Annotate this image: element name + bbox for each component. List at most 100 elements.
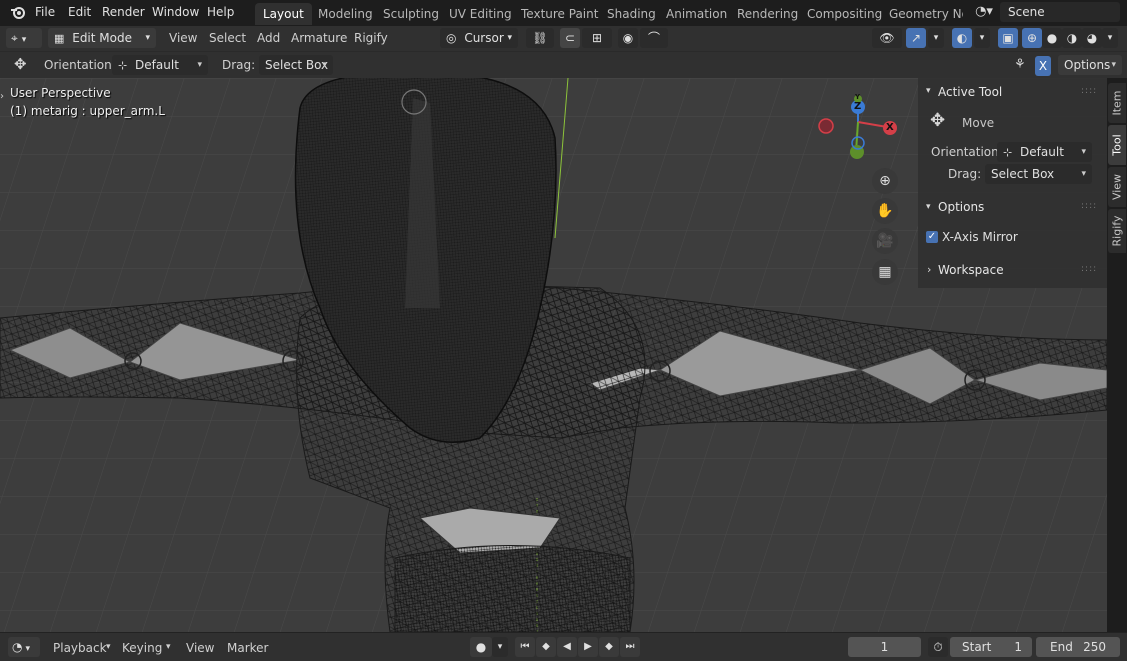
drag-handle-icon[interactable]: :::: [1081, 201, 1097, 211]
proportional-edit-toggle[interactable]: ◉ [618, 28, 638, 48]
drag-value: Select Box [265, 58, 329, 72]
menu-keying[interactable]: Keying [122, 641, 162, 655]
panel-drag-dropdown[interactable]: Select Box ▾ [985, 164, 1092, 184]
frame-end-field[interactable]: End 250 [1036, 637, 1120, 657]
drag-handle-icon[interactable]: :::: [1081, 86, 1097, 96]
menu-add[interactable]: Add [257, 31, 280, 45]
chevron-down-icon[interactable]: ▾ [926, 203, 931, 212]
shading-solid[interactable]: ● [1042, 28, 1062, 48]
current-frame-value: 1 [880, 640, 889, 654]
menu-view[interactable]: View [186, 641, 214, 655]
pan-button[interactable]: ✋ [872, 198, 898, 224]
jump-end-button[interactable]: ⏭ [620, 637, 640, 657]
gizmo-z-label: Z [854, 101, 862, 112]
tab-rigify[interactable]: Rigify [1108, 209, 1126, 253]
play-reverse-button[interactable]: ◀ [557, 637, 577, 657]
options-dropdown[interactable]: Options ▾ [1058, 55, 1122, 75]
gizmo-toggle[interactable]: ↗ [906, 28, 926, 48]
tab-texture-paint[interactable]: Texture Paint [513, 3, 606, 25]
current-frame-field[interactable]: 1 [848, 637, 921, 657]
pivot-dropdown[interactable]: ◎ Cursor ▾ [440, 28, 518, 48]
menu-window[interactable]: Window [152, 5, 199, 19]
zoom-button[interactable]: ⊕ [872, 168, 898, 194]
overlay-toggle[interactable]: ◐ [952, 28, 972, 48]
scene-icon[interactable]: ◔▾ [972, 5, 996, 18]
tab-layout[interactable]: Layout [255, 3, 312, 25]
tab-geometry-nodes[interactable]: Geometry Noc [881, 3, 963, 25]
drag-handle-icon[interactable]: :::: [1081, 264, 1097, 274]
tab-view[interactable]: View [1108, 167, 1126, 207]
auto-keying-toggle[interactable]: ● [470, 637, 492, 657]
tab-tool[interactable]: Tool [1108, 125, 1126, 165]
menu-select[interactable]: Select [209, 31, 246, 45]
editor-type-button[interactable]: ⌖ ▾ [6, 28, 42, 48]
x-axis-mirror-label[interactable]: X-Axis Mirror [942, 230, 1018, 244]
tab-animation[interactable]: Animation [658, 3, 735, 25]
options-header[interactable]: Options [938, 200, 984, 214]
tab-item[interactable]: Item [1108, 83, 1126, 123]
workspace-header[interactable]: Workspace [938, 263, 1004, 277]
pelvis-mesh [394, 545, 631, 632]
menu-help[interactable]: Help [207, 5, 234, 19]
menu-view[interactable]: View [169, 31, 197, 45]
blender-logo-icon[interactable] [10, 5, 26, 21]
snap-toggle[interactable]: ⊂ [560, 28, 580, 48]
menu-playback[interactable]: Playback [53, 641, 107, 655]
camera-view-button[interactable]: 🎥 [872, 228, 898, 254]
menu-file[interactable]: File [35, 5, 55, 19]
menu-marker[interactable]: Marker [227, 641, 268, 655]
play-button[interactable]: ▶ [578, 637, 598, 657]
record-icon: ● [475, 640, 487, 654]
jump-start-button[interactable]: ⏮ [515, 637, 535, 657]
ortho-toggle-button[interactable]: ▦ [872, 259, 898, 285]
mode-dropdown[interactable]: ▦ Edit Mode ▾ [48, 28, 156, 48]
active-tool-header[interactable]: Active Tool [938, 85, 1002, 99]
transform-orientation-button[interactable]: ⛓ [526, 28, 554, 48]
xray-toggle[interactable]: ▣ [998, 28, 1018, 48]
x-axis-mirror-checkbox[interactable]: ✓ [926, 231, 938, 243]
visibility-dropdown[interactable]: 👁 [872, 28, 902, 48]
falloff-button[interactable]: ⌒ [640, 28, 668, 48]
chevron-down-icon: ▾ [1081, 169, 1086, 179]
menu-rigify[interactable]: Rigify [354, 31, 388, 45]
gizmo-dropdown[interactable]: ▾ [928, 28, 944, 48]
tab-compositing[interactable]: Compositing [799, 3, 890, 25]
next-keyframe-button[interactable]: ◆ [599, 637, 619, 657]
menu-render[interactable]: Render [102, 5, 145, 19]
magnet-icon: ⊂ [564, 31, 576, 45]
tab-sculpting[interactable]: Sculpting [375, 3, 447, 25]
clock-icon: ◔ [12, 640, 23, 654]
tab-uv-editing[interactable]: UV Editing [441, 3, 520, 25]
shading-rendered[interactable]: ◕ [1082, 28, 1102, 48]
shading-material[interactable]: ◑ [1062, 28, 1082, 48]
mirror-butterfly-icon: ⚘ [1014, 57, 1026, 72]
proportional-icon: ◉ [622, 31, 634, 45]
scene-name-field[interactable]: Scene [1000, 2, 1120, 22]
timeline-editor-type[interactable]: ◔ ▾ [8, 637, 40, 657]
menu-edit[interactable]: Edit [68, 5, 91, 19]
gizmo-icon: ↗ [910, 31, 922, 45]
orientation-dropdown[interactable]: ⊹ Default ▾ [112, 55, 208, 75]
active-tool-name: Move [962, 116, 995, 130]
preview-range-toggle[interactable]: ⏱ [928, 637, 948, 657]
snap-target-button[interactable]: ⊞ [582, 28, 612, 48]
frame-start-field[interactable]: Start 1 [950, 637, 1032, 657]
shading-wireframe[interactable]: ⊕ [1022, 28, 1042, 48]
menu-armature[interactable]: Armature [291, 31, 347, 45]
panel-orientation-dropdown[interactable]: ⊹ Default ▾ [997, 142, 1092, 162]
overlay-dropdown[interactable]: ▾ [974, 28, 990, 48]
drag-dropdown[interactable]: Select Box ▾ [259, 55, 333, 75]
prev-keyframe-button[interactable]: ◆ [536, 637, 556, 657]
timeline-header: ◔ ▾ Playback ▾ Keying ▾ View Marker ● ▾ ⏮… [0, 632, 1127, 661]
frame-end-value: 250 [1083, 640, 1106, 654]
chevron-down-icon[interactable]: ▾ [926, 87, 931, 96]
tab-shading[interactable]: Shading [599, 3, 664, 25]
panel-drag-label: Drag: [948, 167, 982, 181]
x-mirror-toggle[interactable]: X [1035, 56, 1051, 76]
tab-modeling[interactable]: Modeling [310, 3, 381, 25]
shading-dropdown[interactable]: ▾ [1102, 28, 1118, 48]
tab-rendering[interactable]: Rendering [729, 3, 806, 25]
keying-options-dropdown[interactable]: ▾ [492, 637, 508, 657]
chevron-right-icon[interactable]: › [0, 92, 4, 102]
chevron-right-icon[interactable]: › [927, 264, 931, 275]
